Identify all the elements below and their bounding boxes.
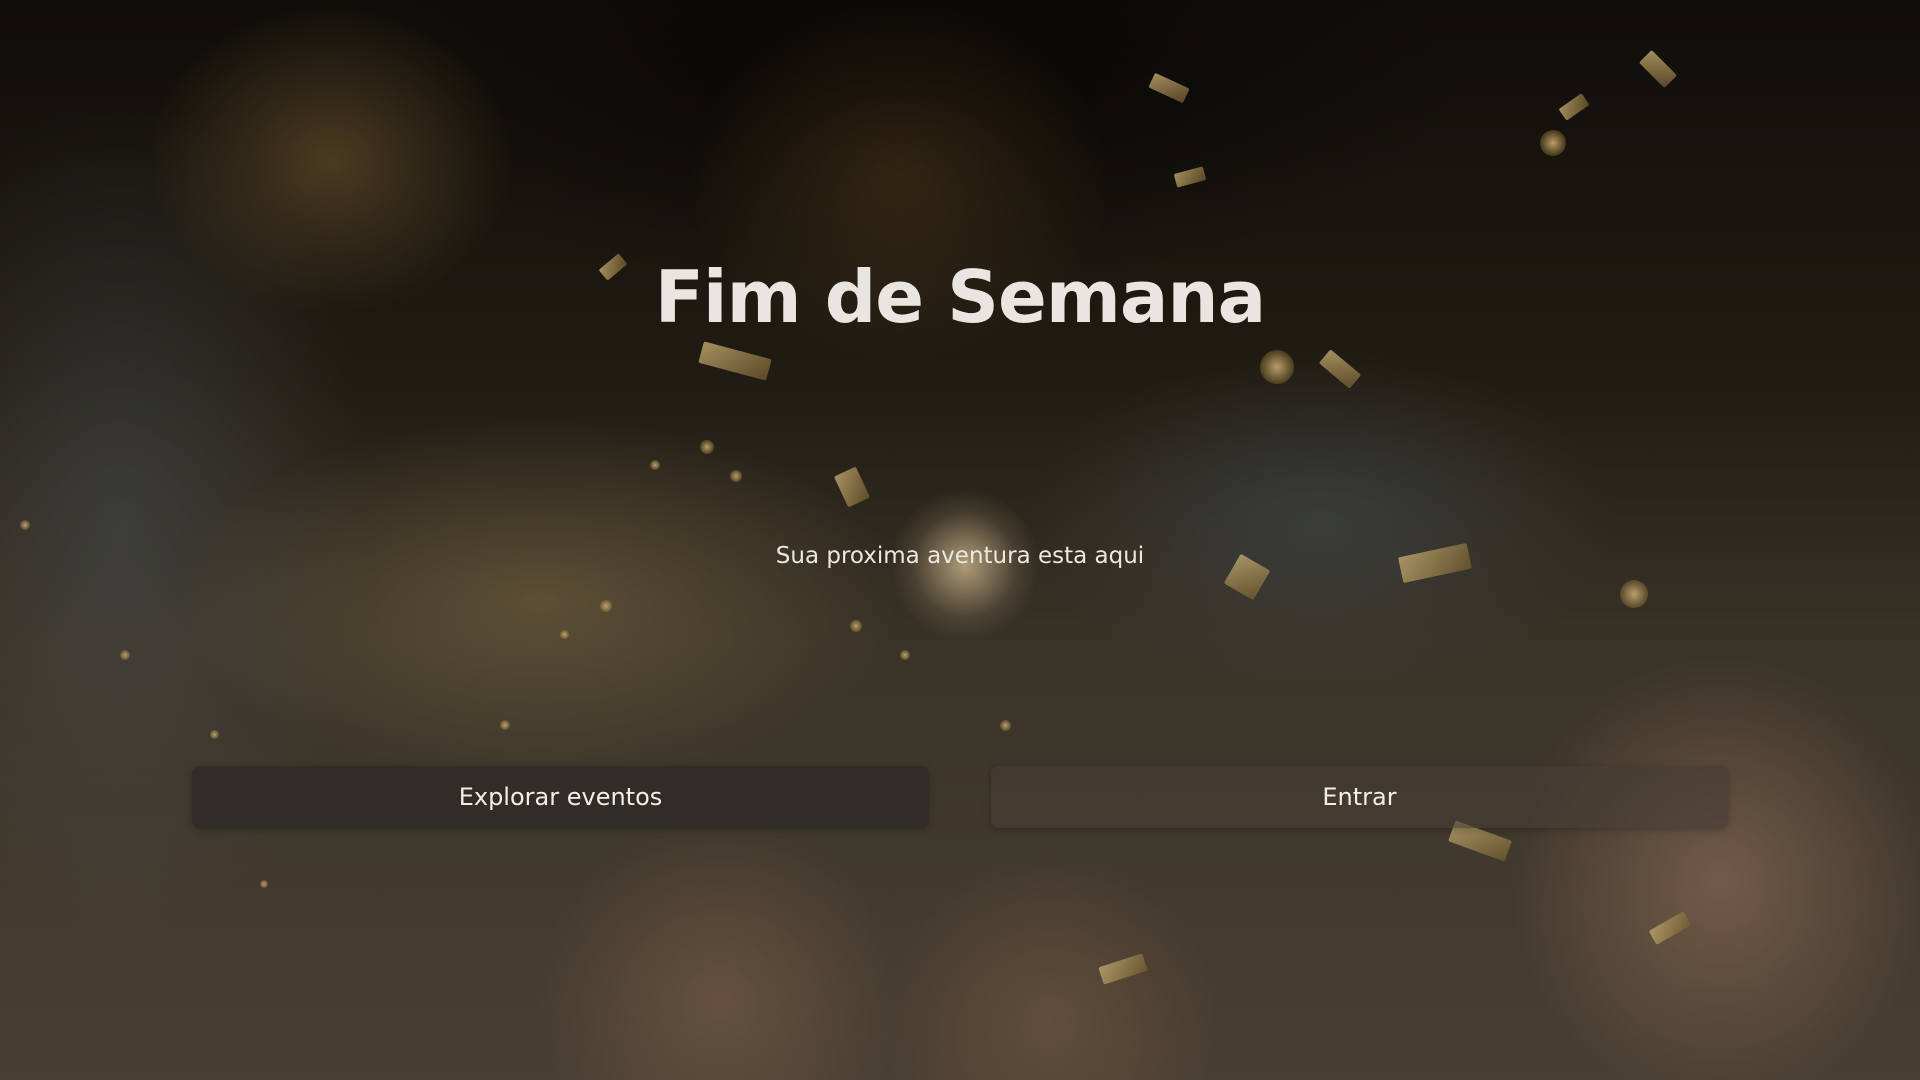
landing-page: Fim de Semana Sua proxima aventura esta … [0,0,1920,1080]
hero-section: Fim de Semana Sua proxima aventura esta … [0,0,1920,1080]
explore-events-button[interactable]: Explorar eventos [192,766,929,828]
explore-events-label: Explorar eventos [458,783,663,811]
hero-subtitle: Sua proxima aventura esta aqui [775,543,1145,569]
page-title: Fim de Semana [654,255,1267,339]
login-label: Entrar [1322,783,1397,811]
login-button[interactable]: Entrar [991,766,1728,828]
